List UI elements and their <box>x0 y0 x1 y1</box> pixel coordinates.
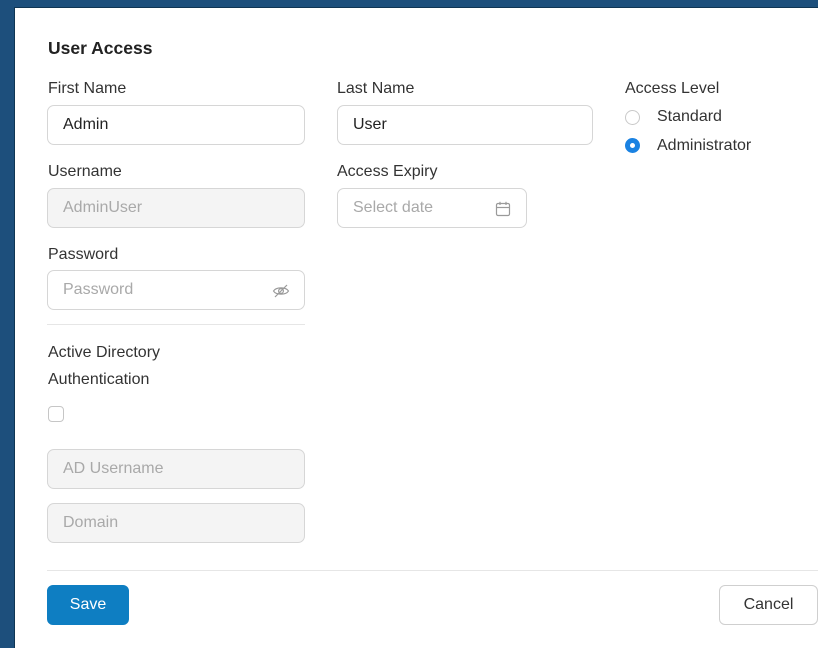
first-name-label: First Name <box>48 80 127 97</box>
domain-input: Domain <box>47 503 305 543</box>
last-name-label: Last Name <box>337 80 415 97</box>
cancel-button[interactable]: Cancel <box>719 585 818 625</box>
username-label: Username <box>48 163 122 180</box>
radio-administrator-label[interactable]: Administrator <box>657 137 751 155</box>
radio-administrator[interactable] <box>625 138 640 153</box>
ad-auth-label-line1: Active Directory <box>48 344 161 361</box>
ad-auth-checkbox[interactable] <box>48 406 64 422</box>
access-level-label: Access Level <box>625 80 720 97</box>
section-divider <box>47 324 305 325</box>
password-input[interactable]: Password <box>47 270 305 310</box>
radio-standard-label[interactable]: Standard <box>657 108 722 126</box>
last-name-input[interactable]: User <box>337 105 593 145</box>
access-expiry-datepicker[interactable]: Select date <box>337 188 527 228</box>
first-name-input[interactable]: Admin <box>47 105 305 145</box>
domain-placeholder: Domain <box>63 514 119 531</box>
last-name-value: User <box>353 116 387 133</box>
radio-standard[interactable] <box>625 110 640 125</box>
user-access-dialog: User Access First Name Admin Last Name U… <box>15 8 818 648</box>
ad-username-placeholder: AD Username <box>63 460 164 477</box>
calendar-icon[interactable] <box>494 200 512 218</box>
dialog-title: User Access <box>48 38 153 58</box>
username-value: AdminUser <box>63 199 143 216</box>
footer-divider <box>47 570 818 571</box>
save-button[interactable]: Save <box>47 585 129 625</box>
access-expiry-label: Access Expiry <box>337 163 438 180</box>
ad-auth-label-line2: Authentication <box>48 371 150 388</box>
ad-username-input: AD Username <box>47 449 305 489</box>
password-placeholder: Password <box>63 281 134 298</box>
access-expiry-placeholder: Select date <box>353 199 434 216</box>
username-input: AdminUser <box>47 188 305 228</box>
eye-off-icon[interactable] <box>272 282 290 300</box>
password-label: Password <box>48 246 119 263</box>
first-name-value: Admin <box>63 116 109 133</box>
